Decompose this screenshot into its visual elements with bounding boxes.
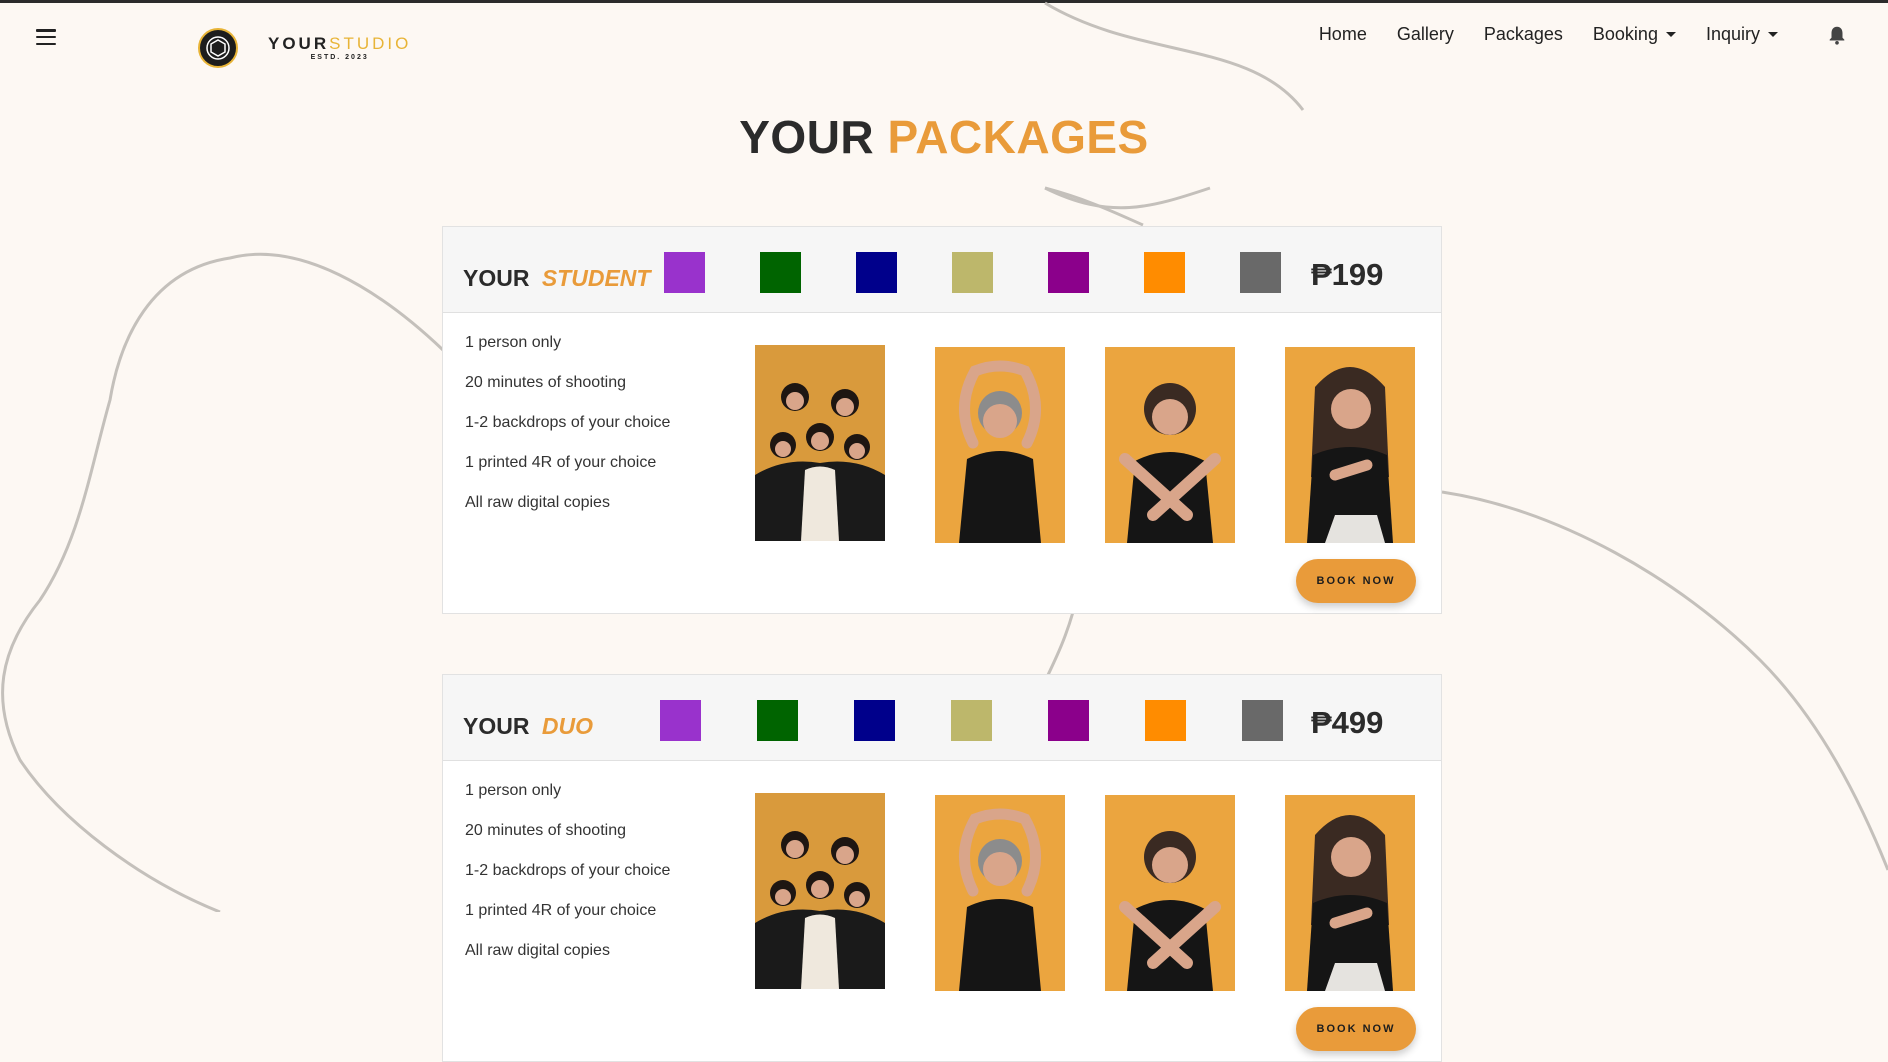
feature-item: All raw digital copies — [465, 942, 610, 959]
swatch-purple[interactable] — [664, 252, 705, 293]
package-body: 1 person only 20 minutes of shooting 1-2… — [443, 761, 1441, 1061]
group-photo-image — [755, 345, 885, 541]
page-title: YOUR PACKAGES — [739, 111, 1149, 163]
camera-aperture-icon — [198, 28, 238, 68]
package-price: ₱499 — [1311, 705, 1384, 740]
peace-sign-photo-image — [1285, 347, 1415, 543]
sample-photo-group[interactable] — [755, 345, 885, 541]
bell-icon[interactable] — [1826, 24, 1848, 46]
swatch-gray[interactable] — [1240, 252, 1281, 293]
peace-sign-photo-image — [1285, 795, 1415, 991]
main-nav: Home Gallery Packages Booking Inquiry — [1319, 24, 1778, 45]
nav-packages[interactable]: Packages — [1484, 24, 1563, 45]
swatch-orange[interactable] — [1144, 252, 1185, 293]
sample-photo-arms-up[interactable] — [935, 795, 1065, 991]
crossed-arms-photo-image — [1105, 347, 1235, 543]
arms-up-photo-image — [935, 347, 1065, 543]
swatch-green[interactable] — [760, 252, 801, 293]
sample-photo-peace-sign[interactable] — [1285, 795, 1415, 991]
swatch-green[interactable] — [757, 700, 798, 741]
swatch-navy[interactable] — [856, 252, 897, 293]
feature-list: 1 person only 20 minutes of shooting 1-2… — [465, 781, 670, 981]
nav-gallery[interactable]: Gallery — [1397, 24, 1454, 45]
arms-up-photo-image — [935, 795, 1065, 991]
nav-home[interactable]: Home — [1319, 24, 1367, 45]
package-body: 1 person only 20 minutes of shooting 1-2… — [443, 313, 1441, 613]
swatch-gray[interactable] — [1242, 700, 1283, 741]
nav-inquiry-dropdown[interactable]: Inquiry — [1706, 24, 1778, 45]
feature-item: 1 printed 4R of your choice — [465, 454, 657, 471]
package-title: YOUR STUDENT — [463, 265, 651, 291]
sample-photo-group[interactable] — [755, 793, 885, 989]
feature-item: 20 minutes of shooting — [465, 374, 626, 391]
package-price: ₱199 — [1311, 257, 1384, 292]
feature-item: 1 person only — [465, 782, 562, 799]
feature-item: 1-2 backdrops of your choice — [465, 862, 671, 879]
group-photo-image — [755, 793, 885, 989]
caret-down-icon — [1665, 32, 1676, 37]
sample-photo-crossed-arms[interactable] — [1105, 795, 1235, 991]
sample-photo-crossed-arms[interactable] — [1105, 347, 1235, 543]
package-header: YOUR STUDENT ₱199 — [443, 227, 1441, 313]
swatch-magenta[interactable] — [1048, 252, 1089, 293]
brand-established: ESTD. 2023 — [310, 54, 369, 61]
feature-item: 1 printed 4R of your choice — [465, 902, 657, 919]
caret-down-icon — [1768, 32, 1778, 37]
feature-item: 1-2 backdrops of your choice — [465, 414, 671, 431]
feature-list: 1 person only 20 minutes of shooting 1-2… — [465, 333, 670, 533]
swatch-khaki[interactable] — [951, 700, 992, 741]
book-now-button[interactable]: BOOK NOW — [1296, 559, 1416, 603]
top-border — [0, 0, 1888, 3]
package-card-duo: YOUR DUO ₱499 1 person only 20 minutes o… — [442, 674, 1442, 1062]
crossed-arms-photo-image — [1105, 795, 1235, 991]
feature-item: 20 minutes of shooting — [465, 822, 626, 839]
nav-booking-dropdown[interactable]: Booking — [1593, 24, 1676, 45]
book-now-button[interactable]: BOOK NOW — [1296, 1007, 1416, 1051]
swatch-navy[interactable] — [854, 700, 895, 741]
swatch-khaki[interactable] — [952, 252, 993, 293]
swatch-magenta[interactable] — [1048, 700, 1089, 741]
swatch-purple[interactable] — [660, 700, 701, 741]
hamburger-menu-icon[interactable] — [36, 29, 56, 45]
package-title: YOUR DUO — [463, 713, 593, 739]
sample-photo-arms-up[interactable] — [935, 347, 1065, 543]
swatch-orange[interactable] — [1145, 700, 1186, 741]
feature-item: 1 person only — [465, 334, 562, 351]
package-header: YOUR DUO ₱499 — [443, 675, 1441, 761]
brand-name: YOURSTUDIO — [268, 34, 412, 53]
feature-item: All raw digital copies — [465, 494, 610, 511]
sample-photo-peace-sign[interactable] — [1285, 347, 1415, 543]
package-card-student: YOUR STUDENT ₱199 1 person only 20 minut… — [442, 226, 1442, 614]
brand-logo[interactable]: YOURSTUDIO ESTD. 2023 — [198, 28, 411, 68]
